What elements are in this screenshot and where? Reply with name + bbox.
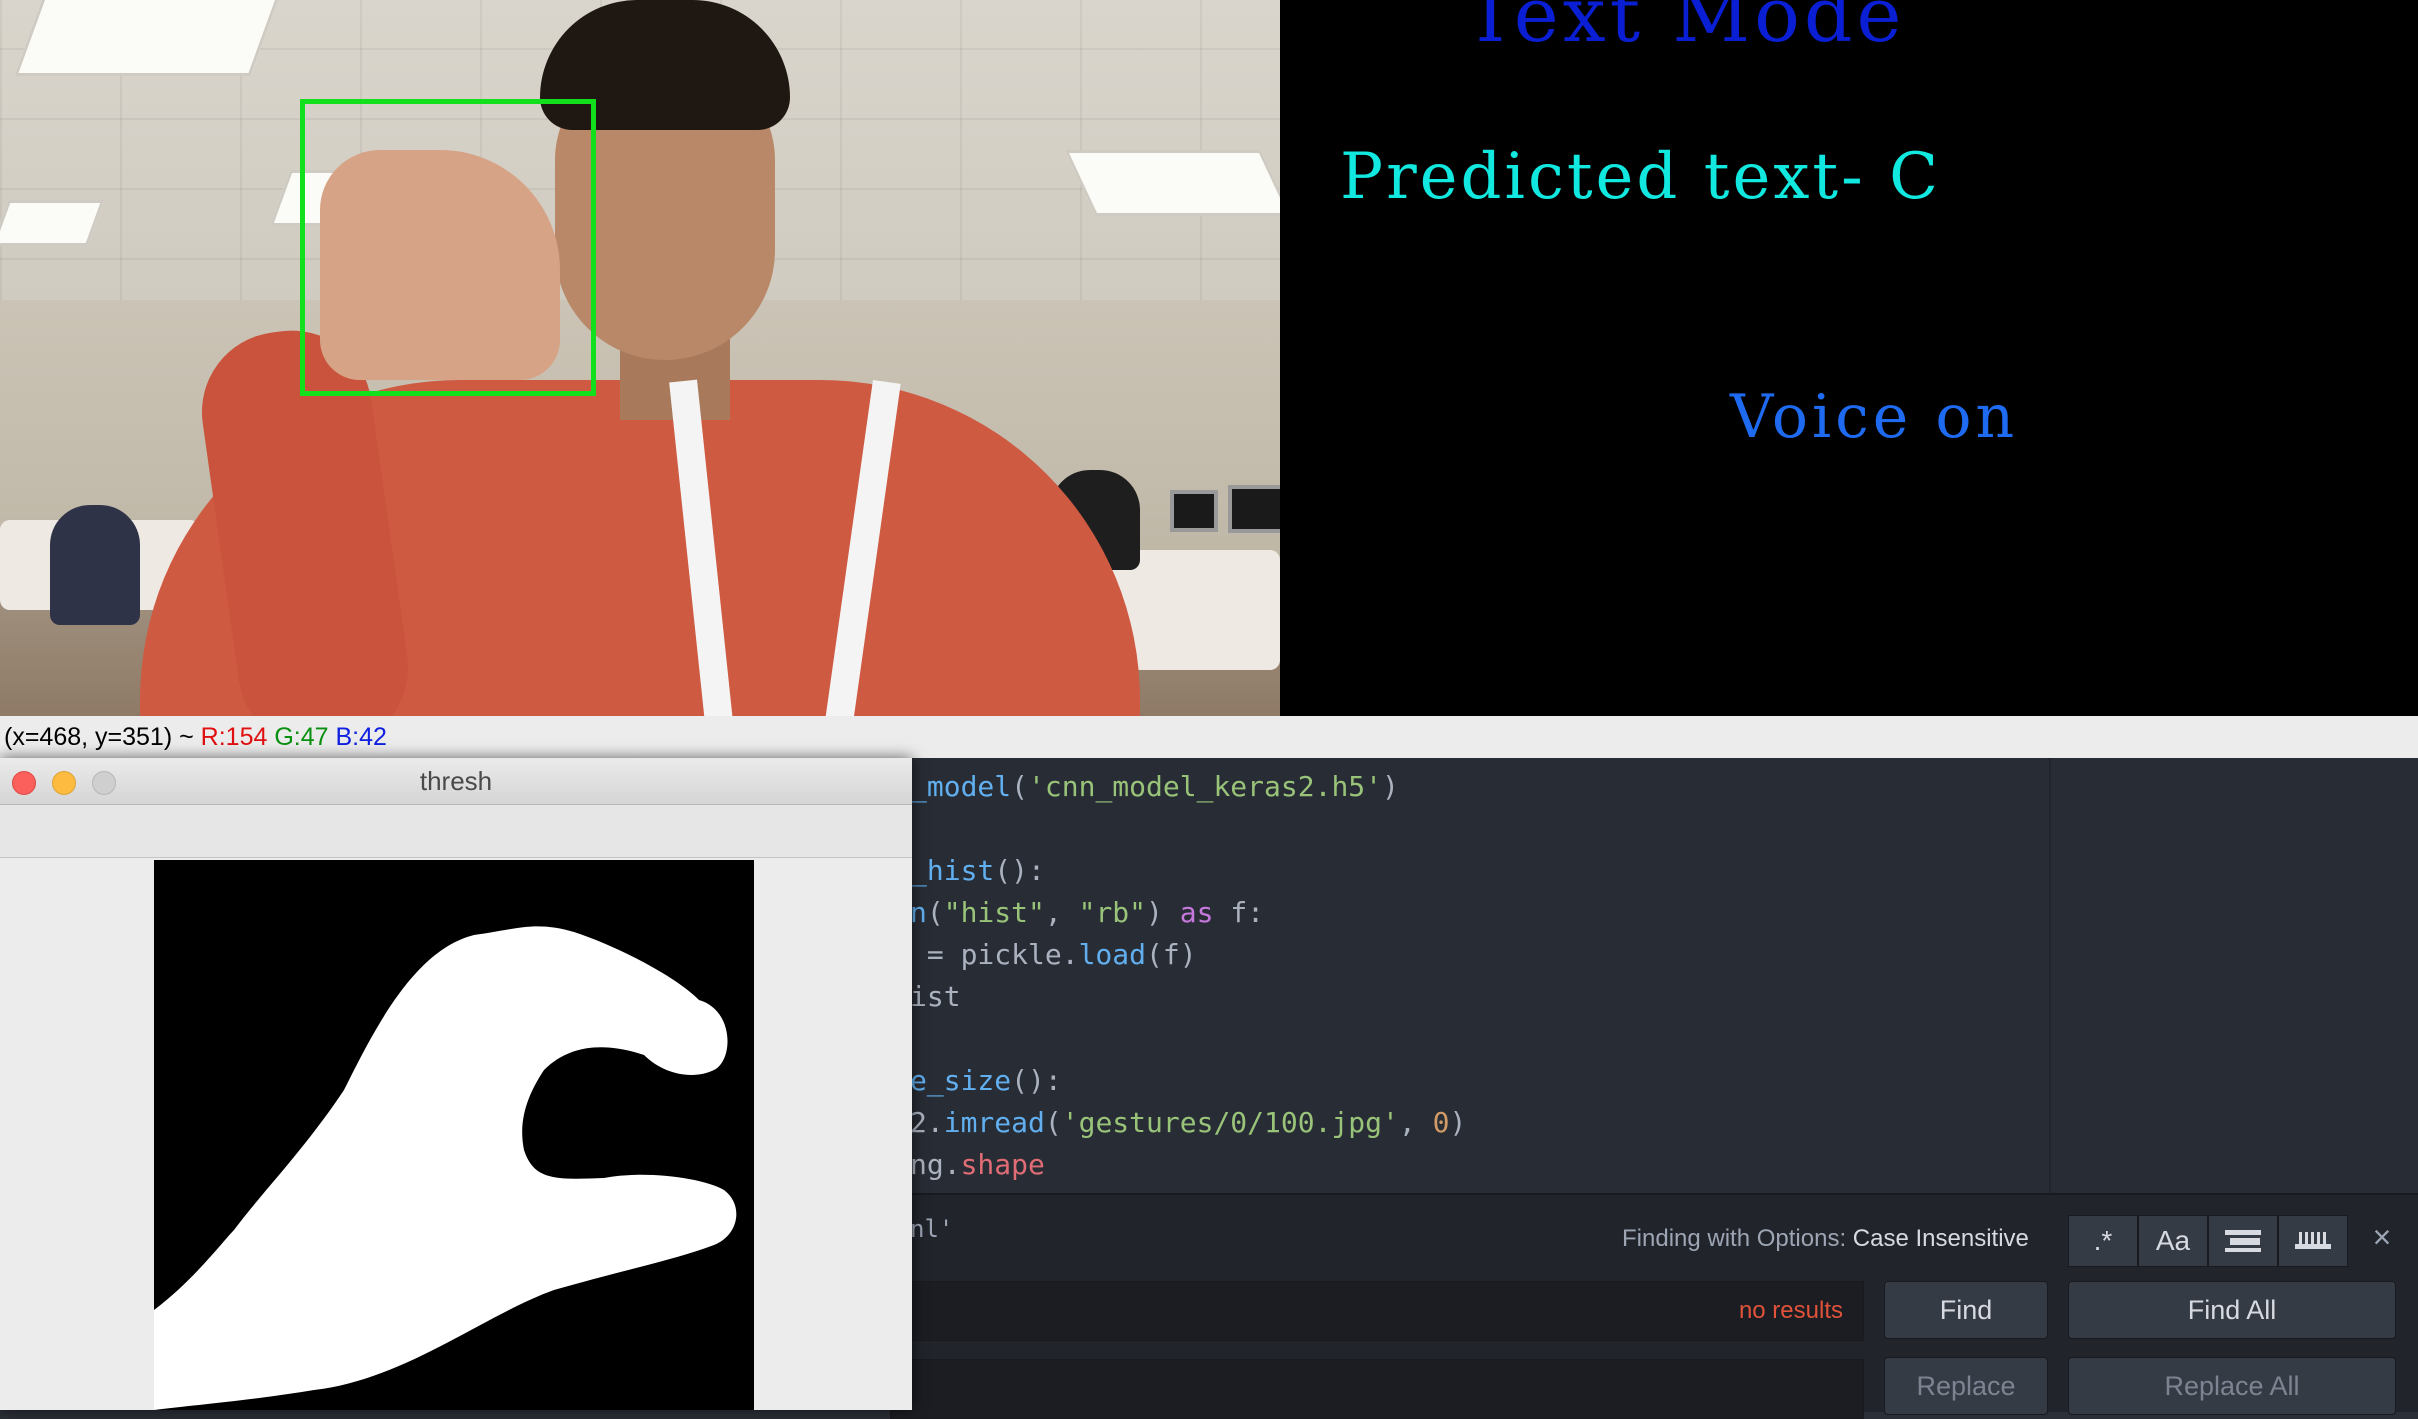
find-all-button[interactable]: Find All (2068, 1281, 2396, 1339)
replace-all-button[interactable]: Replace All (2068, 1357, 2396, 1415)
threshold-image (154, 860, 754, 1410)
text-mode-panel: Text Mode Predicted text- C Voice on (1280, 0, 2418, 716)
predicted-text: Predicted text- C (1340, 140, 1942, 214)
code-line[interactable]: = pickle.load(f) (910, 938, 1197, 971)
close-find-icon[interactable]: × (2362, 1217, 2402, 1257)
whole-word-toggle-button[interactable] (2278, 1215, 2348, 1267)
code-line[interactable]: n("hist", "rb") as f: (910, 896, 1264, 929)
hand-mask-shape (154, 926, 737, 1410)
ceiling-light (0, 200, 105, 246)
thresh-window: thresh (0, 758, 912, 1410)
chair (50, 505, 140, 625)
monitor (1170, 490, 1218, 532)
monitor (1228, 485, 1280, 533)
code-token: as (1179, 896, 1214, 929)
regex-toggle-button[interactable]: .* (2068, 1215, 2138, 1267)
webcam-frame (0, 0, 1280, 716)
code-token: ng. (910, 1148, 961, 1181)
code-token: "hist" (943, 896, 1045, 929)
code-token: ( (1044, 1106, 1062, 1139)
code-token: imread (943, 1106, 1045, 1139)
ceiling-light (1064, 150, 1280, 216)
code-line[interactable]: _hist(): (910, 854, 1045, 887)
replace-input-field[interactable] (890, 1359, 1864, 1419)
whole-word-icon (2295, 1232, 2331, 1249)
red-value: R:154 (200, 723, 268, 751)
code-token: (f) (1146, 938, 1197, 971)
code-line[interactable]: ist (910, 980, 961, 1013)
selection-icon (2225, 1230, 2261, 1252)
code-token: , (1398, 1106, 1433, 1139)
code-line[interactable]: 2.imread('gestures/0/100.jpg', 0) (910, 1106, 1466, 1139)
in-selection-toggle-button[interactable] (2208, 1215, 2278, 1267)
code-token: load (1078, 938, 1147, 971)
code-token: _hist (910, 854, 995, 887)
code-token: n (910, 896, 927, 929)
find-result-count: no results (1738, 1297, 1843, 1324)
find-options-prefix: Finding with Options: (1622, 1225, 1847, 1252)
code-token: ) (1146, 896, 1180, 929)
code-token: 'cnn_model_keras2.h5' (1028, 770, 1383, 803)
code-token: shape (960, 1148, 1045, 1181)
code-token: ) (1382, 770, 1399, 803)
find-options-value: Case Insensitive (1852, 1225, 2029, 1252)
code-token: 2. (910, 1106, 944, 1139)
code-token: (): (994, 854, 1045, 887)
code-token: "rb" (1078, 896, 1147, 929)
window-title: thresh (419, 766, 493, 796)
code-editor[interactable]: _model('cnn_model_keras2.h5') _hist(): n("… (890, 758, 2418, 1193)
find-query-text[interactable]: nl' (910, 1215, 953, 1243)
code-line[interactable]: e_size(): (910, 1064, 1062, 1097)
code-token: ( (1011, 770, 1029, 803)
code-token: (): (1011, 1064, 1062, 1097)
code-line[interactable]: ng.shape (910, 1148, 1045, 1181)
case-sensitive-toggle-button[interactable]: Aa (2138, 1215, 2208, 1267)
code-line[interactable]: _model('cnn_model_keras2.h5') (910, 770, 1399, 803)
code-token: 'gestures/0/100.jpg' (1061, 1106, 1399, 1139)
code-token: _model (910, 770, 1012, 803)
find-input-field[interactable]: no results (890, 1281, 1864, 1341)
window-toolbar (0, 805, 912, 858)
code-token: e_size (910, 1064, 1012, 1097)
code-token: , (1044, 896, 1079, 929)
green-value: G:47 (274, 723, 329, 751)
find-options-label: Finding with Options: Case Insensitive (1622, 1225, 2029, 1253)
blue-value: B:42 (335, 723, 387, 751)
window-titlebar[interactable]: thresh (0, 758, 912, 805)
code-token: ) (1449, 1106, 1467, 1139)
mode-title: Text Mode (1465, 0, 1906, 59)
hand-detection-box (300, 99, 596, 396)
code-token: f: (1213, 896, 1265, 929)
code-token: ist (910, 980, 961, 1013)
code-token: 0 (1432, 1106, 1450, 1139)
wrap-guide (2049, 758, 2051, 1193)
find-button[interactable]: Find (1884, 1281, 2048, 1339)
code-token: = pickle. (910, 938, 1079, 971)
ceiling-light (14, 0, 282, 76)
pixel-coords: (x=468, y=351) ~ (4, 723, 194, 751)
replace-button[interactable]: Replace (1884, 1357, 2048, 1415)
pixel-status-bar: (x=468, y=351) ~ R:154 G:47 B:42 (0, 716, 2418, 758)
find-panel: nl' Finding with Options: Case Insensiti… (890, 1193, 2418, 1419)
voice-status: Voice on (1730, 382, 2019, 452)
code-token: ( (926, 896, 944, 929)
